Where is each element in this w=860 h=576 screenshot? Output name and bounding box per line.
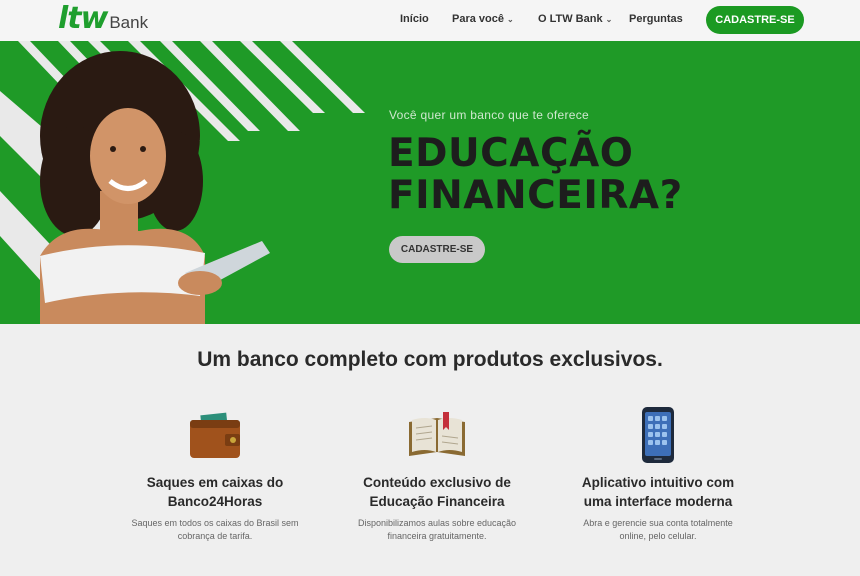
feature-aplicativo-title-line2: uma interface moderna (583, 494, 733, 509)
nav-o-ltw-bank-label: O LTW Bank (538, 13, 603, 25)
book-icon (337, 405, 537, 465)
logo-word: Bank (109, 13, 149, 32)
feature-aplicativo-desc-line2: online, pelo celular. (619, 531, 697, 541)
feature-aplicativo: Aplicativo intuitivo com uma interface m… (558, 405, 758, 543)
section-title: Um banco completo com produtos exclusivo… (197, 348, 663, 371)
woman-with-tablet-image (40, 51, 270, 324)
hero-signup-button[interactable]: CADASTRE-SE (389, 236, 485, 263)
wallet-icon (115, 405, 315, 465)
feature-aplicativo-title-line1: Aplicativo intuitivo com (581, 475, 735, 490)
nav-signup-button[interactable]: CADASTRE-SE (706, 6, 804, 34)
feature-saques: Saques em caixas do Banco24Horas Saques … (115, 405, 315, 543)
nav-inicio[interactable]: Início (400, 13, 429, 25)
ltw-bank-logo[interactable]: ltw Bank (58, 4, 148, 34)
feature-educacao: Conteúdo exclusivo de Educação Financeir… (337, 405, 537, 543)
hero-title: EDUCAÇÃO FINANCEIRA? (388, 133, 683, 217)
navbar: ltw Bank Início Para você ⌄ O LTW Bank ⌄ P… (0, 0, 860, 41)
nav-perguntas[interactable]: Perguntas (629, 13, 683, 25)
feature-aplicativo-desc-line1: Abra e gerencie sua conta totalmente (583, 518, 733, 528)
hero-title-line1: EDUCAÇÃO (388, 131, 634, 176)
nav-perguntas-label: Perguntas (629, 13, 683, 25)
hero-banner: Você quer um banco que te oferece EDUCAÇ… (0, 41, 860, 324)
feature-educacao-desc-line2: financeira gratuitamente. (387, 531, 487, 541)
chevron-down-icon: ⌄ (605, 15, 613, 24)
feature-saques-title: Saques em caixas do Banco24Horas (115, 473, 315, 511)
nav-para-voce-label: Para você (452, 13, 504, 25)
hero-kicker: Você quer um banco que te oferece (389, 108, 590, 122)
chevron-down-icon: ⌄ (506, 15, 514, 24)
nav-inicio-label: Início (400, 13, 429, 25)
feature-saques-title-line2: Banco24Horas (167, 494, 263, 509)
smartphone-icon (558, 405, 758, 465)
feature-educacao-title-line1: Conteúdo exclusivo de (363, 475, 511, 490)
feature-educacao-title-line2: Educação Financeira (369, 494, 505, 509)
nav-o-ltw-bank[interactable]: O LTW Bank ⌄ (538, 13, 612, 25)
feature-educacao-desc: Disponibilizamos aulas sobre educação fi… (337, 517, 537, 543)
hero-title-line2: FINANCEIRA? (388, 173, 683, 218)
feature-saques-desc-line2: cobrança de tarifa. (177, 531, 253, 541)
feature-aplicativo-desc: Abra e gerencie sua conta totalmente onl… (558, 517, 758, 543)
feature-aplicativo-title: Aplicativo intuitivo com uma interface m… (558, 473, 758, 511)
feature-educacao-desc-line1: Disponibilizamos aulas sobre educação (357, 518, 517, 528)
feature-saques-desc: Saques em todos os caixas do Brasil sem … (115, 517, 315, 543)
nav-para-voce[interactable]: Para você ⌄ (452, 13, 514, 25)
logo-mark: ltw (58, 1, 108, 36)
feature-saques-title-line1: Saques em caixas do (146, 475, 284, 490)
feature-educacao-title: Conteúdo exclusivo de Educação Financeir… (337, 473, 537, 511)
feature-saques-desc-line1: Saques em todos os caixas do Brasil sem (131, 518, 299, 528)
